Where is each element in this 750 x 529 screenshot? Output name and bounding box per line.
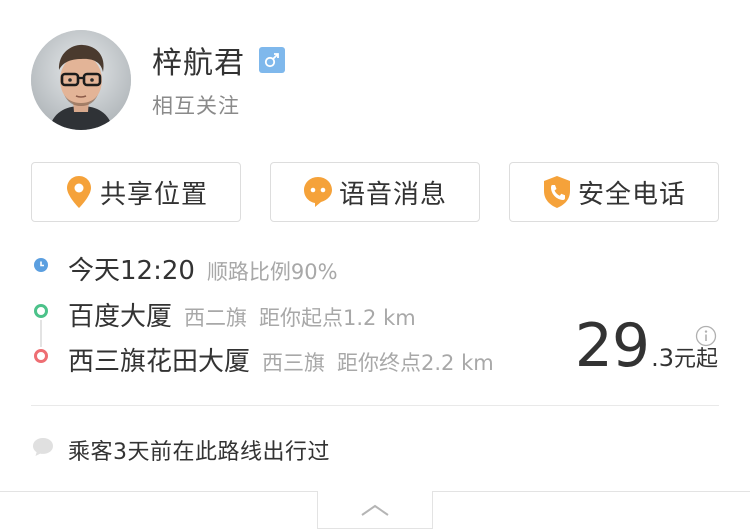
location-pin-icon [64,175,94,209]
departure-time-row: 今天12:20 顺路比例90% [68,250,338,287]
shield-phone-icon [542,175,572,209]
avatar-photo [31,30,131,130]
user-name: 梓航君 [152,46,245,81]
male-icon [259,47,285,73]
voice-message-label: 语音消息 [338,179,447,210]
start-point-icon [34,304,48,318]
end-distance: 距你终点2.2 km [337,351,494,375]
fare-price[interactable]: 29 .3 元起 [575,310,718,382]
price-unit: 元起 [673,347,718,372]
divider [31,405,719,406]
passenger-history-note: 乘客3天前在此路线出行过 [68,440,330,465]
clock-icon [34,258,48,272]
safety-call-label: 安全电话 [577,179,686,210]
start-distance: 距你起点1.2 km [259,306,416,330]
share-location-button[interactable]: 共享位置 [31,162,241,222]
start-area: 西二旗 [184,306,248,330]
safety-call-button[interactable]: 安全电话 [509,162,719,222]
departure-time: 今天12:20 [68,256,195,286]
price-decimal: .3 [651,344,674,372]
route-connector [40,320,42,347]
route-match-ratio: 顺路比例90% [206,260,338,284]
share-location-label: 共享位置 [99,179,208,210]
profile-header: 梓航君 [152,42,285,81]
end-area: 西三旗 [262,351,326,375]
voice-message-icon [303,175,333,209]
chevron-up-icon [361,504,389,516]
end-point-icon [34,349,48,363]
start-location: 百度大厦 [68,302,173,332]
voice-message-button[interactable]: 语音消息 [270,162,480,222]
relation-status: 相互关注 [152,94,240,118]
collapse-button[interactable] [317,491,433,529]
end-point-row: 西三旗花田大厦 西三旗 距你终点2.2 km [68,341,494,378]
comment-icon [31,436,55,458]
price-integer: 29 [574,311,650,381]
start-point-row: 百度大厦 西二旗 距你起点1.2 km [68,296,416,333]
end-location: 西三旗花田大厦 [68,347,251,377]
avatar[interactable] [31,30,131,130]
